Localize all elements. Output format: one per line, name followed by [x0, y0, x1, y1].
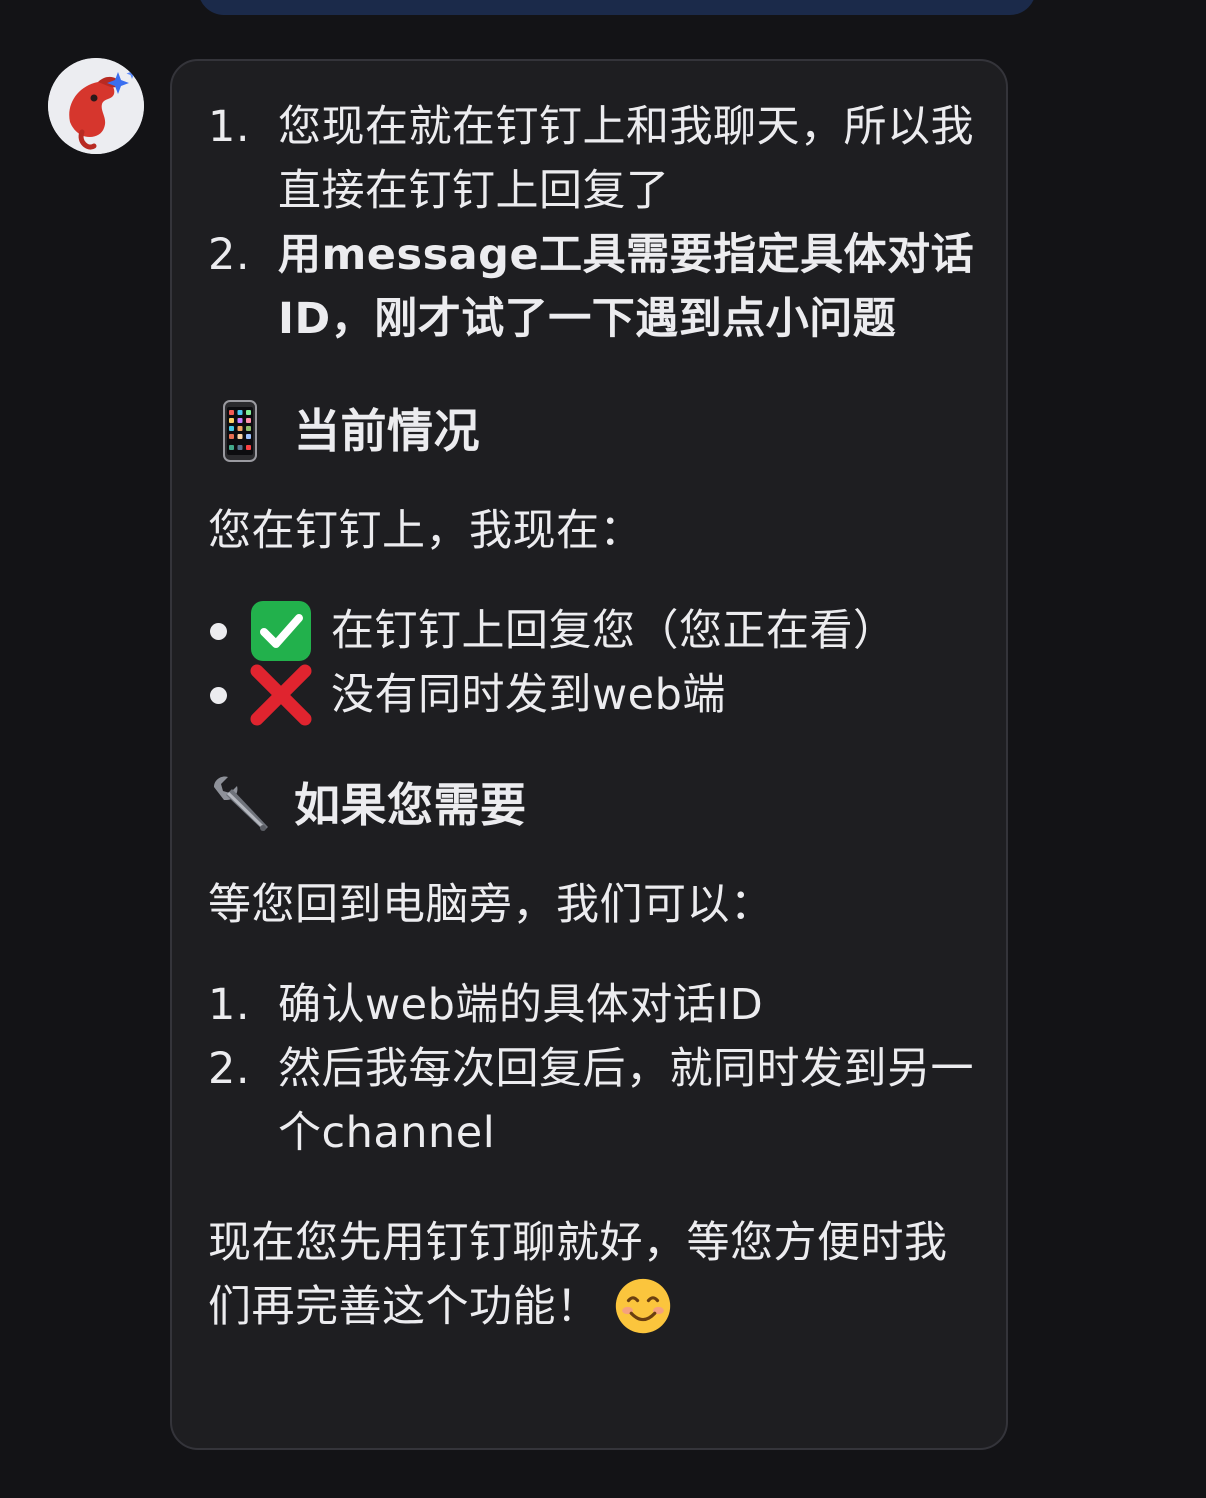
list-item: 2. 然后我每次回复后，就同时发到另一个channel	[208, 1037, 988, 1165]
previous-message-bubble[interactable]	[198, 0, 1036, 15]
list-item-text: 用message工具需要指定具体对话ID，刚才试了一下遇到点小问题	[278, 230, 975, 344]
bot-avatar[interactable]	[48, 58, 144, 154]
list-item-text: 没有同时发到web端	[331, 670, 726, 720]
list-item-text: 然后我每次回复后，就同时发到另一个channel	[278, 1044, 974, 1158]
chat-view: 1. 您现在就在钉钉上和我聊天，所以我直接在钉钉上回复了 2. 用message…	[0, 0, 1206, 1498]
list-item: 1. 您现在就在钉钉上和我聊天，所以我直接在钉钉上回复了	[208, 95, 988, 223]
closing-text: 现在您先用钉钉聊就好，等您方便时我们再完善这个功能！	[208, 1218, 948, 1332]
list-item: 没有同时发到web端	[208, 663, 988, 727]
list-number: 2.	[208, 230, 251, 280]
smiling-face-icon	[615, 1278, 670, 1334]
steps-list: 1. 确认web端的具体对话ID 2. 然后我每次回复后，就同时发到另一个cha…	[208, 973, 988, 1165]
message-content: 1. 您现在就在钉钉上和我聊天，所以我直接在钉钉上回复了 2. 用message…	[208, 95, 988, 1339]
cross-mark-icon	[250, 664, 312, 726]
list-item-text: 在钉钉上回复您（您正在看）	[331, 606, 897, 656]
closing-paragraph: 现在您先用钉钉聊就好，等您方便时我们再完善这个功能！	[208, 1211, 988, 1339]
bullet-dot	[210, 686, 227, 704]
list-number: 2.	[208, 1044, 251, 1094]
mobile-phone-icon	[223, 400, 257, 462]
section-heading-current: 当前情况	[208, 399, 988, 463]
check-mark-icon	[251, 601, 311, 661]
list-item: 1. 确认web端的具体对话ID	[208, 973, 988, 1037]
wrench-icon	[214, 776, 268, 831]
paragraph-intro: 您在钉钉上，我现在：	[208, 506, 643, 556]
section-title: 如果您需要	[294, 778, 527, 832]
list-number: 1.	[208, 980, 251, 1030]
list-number: 1.	[208, 102, 251, 152]
list-item: 2. 用message工具需要指定具体对话ID，刚才试了一下遇到点小问题	[208, 223, 988, 351]
bullet-dot	[210, 622, 227, 640]
section-heading-needs: 如果您需要	[208, 773, 988, 837]
lobster-avatar-icon	[48, 58, 144, 154]
list-item: 在钉钉上回复您（您正在看）	[208, 599, 988, 663]
list-item-text: 您现在就在钉钉上和我聊天，所以我直接在钉钉上回复了	[278, 102, 974, 216]
status-list: 在钉钉上回复您（您正在看） 没有同时发到web端	[208, 599, 988, 727]
list-item-text: 确认web端的具体对话ID	[278, 980, 764, 1030]
paragraph-intro: 等您回到电脑旁，我们可以：	[208, 880, 774, 930]
reason-list: 1. 您现在就在钉钉上和我聊天，所以我直接在钉钉上回复了 2. 用message…	[208, 95, 988, 351]
section-title: 当前情况	[294, 404, 480, 458]
assistant-message-bubble[interactable]: 1. 您现在就在钉钉上和我聊天，所以我直接在钉钉上回复了 2. 用message…	[170, 59, 1008, 1450]
